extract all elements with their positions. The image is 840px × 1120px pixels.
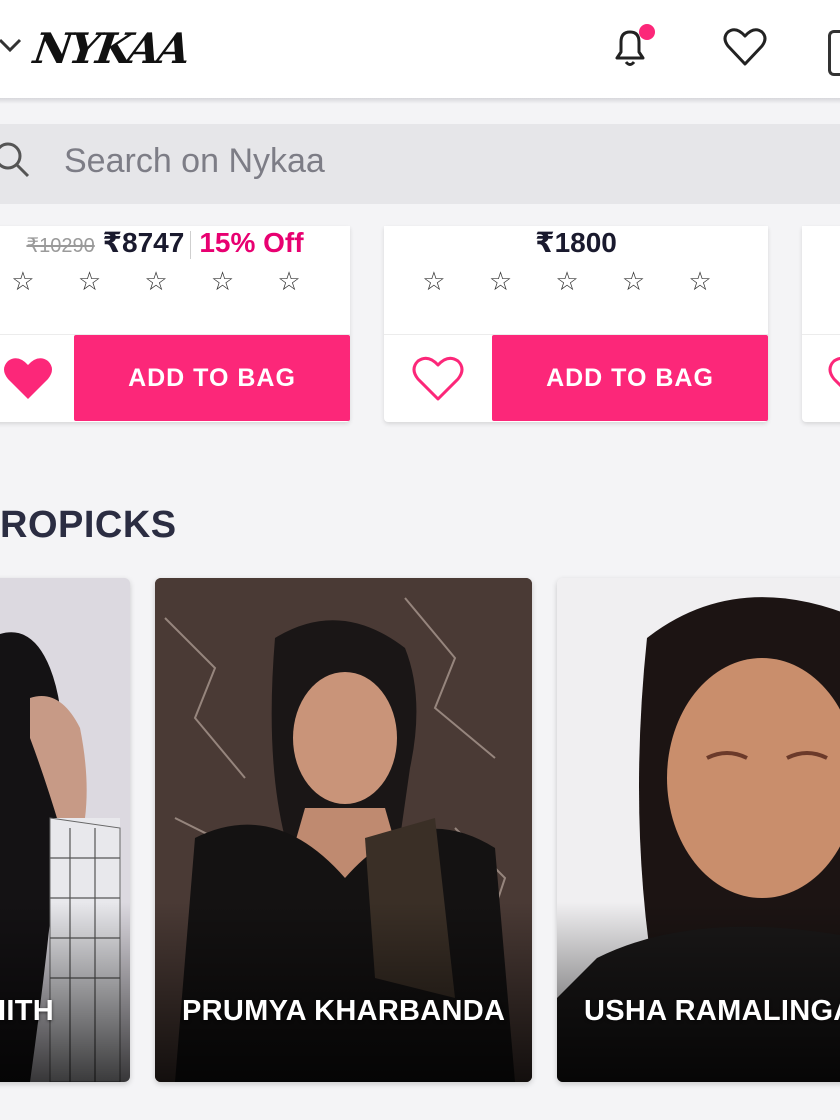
heart-icon[interactable] — [720, 22, 770, 72]
card-actions: ADD TO BAG — [384, 334, 768, 423]
rating-stars: ☆ ☆ ☆ ☆ ☆ — [422, 266, 730, 296]
creator-card[interactable]: IITH — [0, 578, 130, 1082]
chevron-down-icon[interactable] — [0, 30, 24, 60]
product-card[interactable] — [802, 226, 840, 422]
rating-stars: ☆ ☆ ☆ ☆ ☆ — [11, 266, 319, 296]
creator-card[interactable]: USHA RAMALINGA — [557, 578, 840, 1082]
app-header: NYKAA — [0, 0, 840, 98]
bell-icon[interactable] — [605, 22, 655, 72]
creator-name: USHA RAMALINGA — [584, 995, 840, 1027]
notification-dot — [639, 24, 655, 40]
product-card[interactable]: ₹1800 ☆ ☆ ☆ ☆ ☆ ADD TO BAG — [384, 226, 768, 422]
creator-name: IITH — [0, 995, 54, 1027]
card-actions: ADD TO BAG — [0, 334, 350, 423]
sale-price: ₹8747 — [102, 227, 185, 258]
card-actions — [802, 334, 840, 423]
price-row: ₹1800 — [384, 226, 768, 260]
section-title: ROPICKS — [0, 504, 177, 546]
mrp-price: ₹10290 — [26, 235, 95, 257]
wishlist-heart-filled-icon[interactable] — [0, 353, 58, 403]
price-row: ₹10290 ₹8747 15% Off — [0, 226, 350, 260]
creator-name: PRUMYA KHARBANDA — [182, 995, 506, 1027]
wishlist-heart-icon[interactable] — [408, 353, 468, 403]
search-icon[interactable] — [0, 140, 34, 180]
creator-card[interactable]: PRUMYA KHARBANDA — [155, 578, 532, 1082]
add-to-bag-button[interactable]: ADD TO BAG — [492, 335, 768, 421]
search-input[interactable] — [64, 138, 664, 184]
bag-icon[interactable] — [828, 30, 840, 76]
sale-price: ₹1800 — [535, 227, 617, 258]
nykaa-logo[interactable]: NYKAA — [31, 24, 191, 73]
discount-label: 15% Off — [199, 227, 304, 258]
product-card[interactable]: ₹10290 ₹8747 15% Off ☆ ☆ ☆ ☆ ☆ ADD TO BAG — [0, 226, 350, 422]
add-to-bag-button[interactable]: ADD TO BAG — [74, 335, 350, 421]
wishlist-heart-icon[interactable] — [824, 353, 840, 403]
